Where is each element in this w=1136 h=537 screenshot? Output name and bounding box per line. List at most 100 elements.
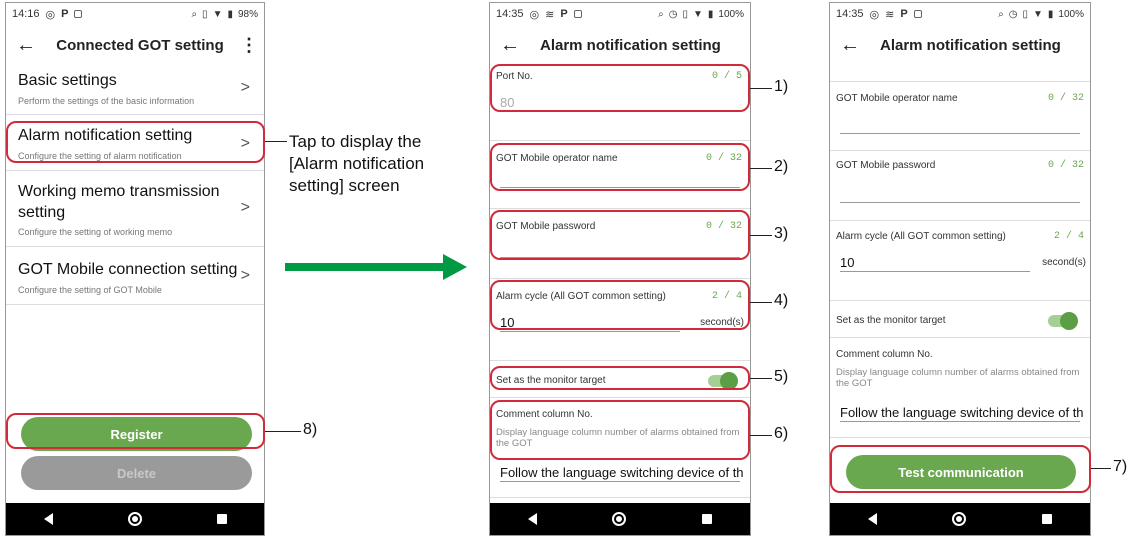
wifi-icon: ▼ (693, 8, 703, 20)
menu-item-got-mobile-connection[interactable]: GOT Mobile connection setting Configure … (6, 247, 264, 305)
battery-level: 100% (718, 8, 744, 20)
callout-line-4 (750, 302, 772, 303)
monitor-label: Set as the monitor target (836, 315, 946, 326)
operator-input[interactable] (840, 133, 1080, 134)
status-bar: 14:35 ◎ ≋ P ⌕ ◷ ▯ ▼ ▮ 100% (830, 3, 1090, 25)
callout-number-3: 3) (774, 225, 789, 242)
divider (490, 360, 750, 361)
cycle-input[interactable]: 10 (840, 255, 854, 270)
nav-home-icon[interactable] (127, 512, 142, 526)
battery-level: 98% (237, 8, 258, 20)
comment-select[interactable]: Follow the language switching device of … (500, 465, 745, 480)
alarm-icon: ◷ (1008, 8, 1018, 20)
cycle-underline (840, 271, 1030, 272)
cast-icon: ≋ (885, 8, 895, 21)
parking-icon: P (900, 8, 908, 20)
nav-back-icon[interactable] (527, 513, 537, 525)
annotation-line: Tap to display the (289, 132, 422, 151)
highlight-alarm-menu (6, 121, 265, 163)
menu-item-basic-settings[interactable]: Basic settings Perform the settings of t… (6, 65, 264, 115)
nav-back-icon[interactable] (867, 513, 877, 525)
monitor-toggle[interactable] (1048, 312, 1078, 330)
notification-icon: ◎ (869, 8, 880, 21)
divider (830, 220, 1090, 221)
page-title: Connected GOT setting (56, 36, 224, 54)
parking-icon: P (61, 8, 69, 20)
battery-icon: ▮ (227, 8, 233, 20)
comment-underline (840, 421, 1080, 422)
battery-level: 100% (1058, 8, 1084, 20)
status-bar: 14:35 ◎ ≋ P ⌕ ◷ ▯ ▼ ▮ 100% (490, 3, 750, 25)
highlight-port (490, 64, 750, 112)
callout-line-3 (750, 235, 772, 236)
cycle-counter: 2 / 4 (1053, 231, 1084, 242)
vibrate-icon: ▯ (1022, 8, 1028, 20)
android-nav-bar (6, 503, 264, 535)
divider (490, 278, 750, 279)
wifi-icon: ▼ (1033, 8, 1043, 20)
annotation-line: [Alarm notification (289, 154, 425, 173)
image-icon (913, 10, 922, 18)
menu-item-title: Working memo transmission setting (18, 183, 220, 221)
nav-recent-icon[interactable] (1042, 514, 1053, 524)
battery-icon: ▮ (707, 8, 714, 20)
divider (830, 437, 1090, 438)
back-arrow-icon[interactable]: ← (830, 34, 870, 57)
password-label: GOT Mobile password (836, 160, 936, 171)
callout-number-2: 2) (774, 158, 789, 175)
divider (830, 81, 1090, 82)
callout-number-7: 7) (1113, 458, 1128, 475)
callout-number-4: 4) (774, 292, 789, 309)
status-bar: 14:16 ◎ P ⌕ ▯ ▼ ▮ 98% (6, 3, 264, 25)
delete-button[interactable]: Delete (21, 456, 252, 490)
annotation-leader-line (265, 141, 287, 142)
highlight-test-communication (830, 445, 1091, 493)
nav-back-icon[interactable] (43, 513, 53, 525)
parking-icon: P (560, 8, 568, 20)
wifi-icon: ▼ (212, 8, 223, 20)
operator-counter: 0 / 32 (1047, 93, 1084, 104)
password-input[interactable] (840, 202, 1080, 203)
status-time: 14:16 (12, 8, 40, 20)
signal-icon: ⌕ (658, 8, 664, 20)
back-arrow-icon[interactable]: ← (6, 34, 46, 57)
cycle-label: Alarm cycle (All GOT common setting) (836, 231, 1006, 242)
app-bar: ← Connected GOT setting ⋮ (6, 25, 264, 65)
password-counter: 0 / 32 (1047, 160, 1084, 171)
comment-select[interactable]: Follow the language switching device of … (840, 405, 1085, 420)
callout-line-5 (750, 378, 772, 379)
back-arrow-icon[interactable]: ← (490, 34, 530, 57)
callout-line-7 (1091, 468, 1111, 469)
page-title: Alarm notification setting (880, 36, 1061, 54)
operator-label: GOT Mobile operator name (836, 93, 958, 104)
menu-item-working-memo[interactable]: Working memo transmission setting Config… (6, 171, 264, 247)
divider (490, 497, 750, 498)
highlight-monitor (490, 366, 750, 390)
callout-number-8: 8) (303, 421, 318, 438)
chevron-right-icon: > (240, 267, 250, 284)
vibrate-icon: ▯ (202, 8, 208, 20)
vibrate-icon: ▯ (682, 8, 688, 20)
divider (490, 397, 750, 398)
status-time: 14:35 (496, 8, 524, 20)
nav-recent-icon[interactable] (702, 514, 713, 524)
more-options-icon[interactable]: ⋮ (234, 35, 264, 56)
cycle-underline (500, 331, 680, 332)
nav-recent-icon[interactable] (216, 514, 227, 524)
comment-underline (500, 481, 740, 482)
app-bar: ← Alarm notification setting (830, 25, 1090, 65)
nav-home-icon[interactable] (612, 512, 627, 526)
comment-description: Display language column number of alarms… (836, 367, 1080, 389)
notification-icon: ◎ (45, 8, 56, 21)
menu-item-subtitle: Perform the settings of the basic inform… (18, 96, 195, 106)
callout-line-2 (750, 168, 772, 169)
status-time: 14:35 (836, 8, 864, 20)
nav-home-icon[interactable] (952, 512, 967, 526)
callout-number-1: 1) (774, 78, 789, 95)
chevron-right-icon: > (240, 79, 250, 96)
highlight-comment (490, 400, 750, 460)
callout-line-8 (265, 431, 301, 432)
annotation-text: Tap to display the [Alarm notification s… (289, 131, 479, 197)
menu-item-subtitle: Configure the setting of GOT Mobile (18, 285, 162, 295)
callout-line-6 (750, 435, 772, 436)
